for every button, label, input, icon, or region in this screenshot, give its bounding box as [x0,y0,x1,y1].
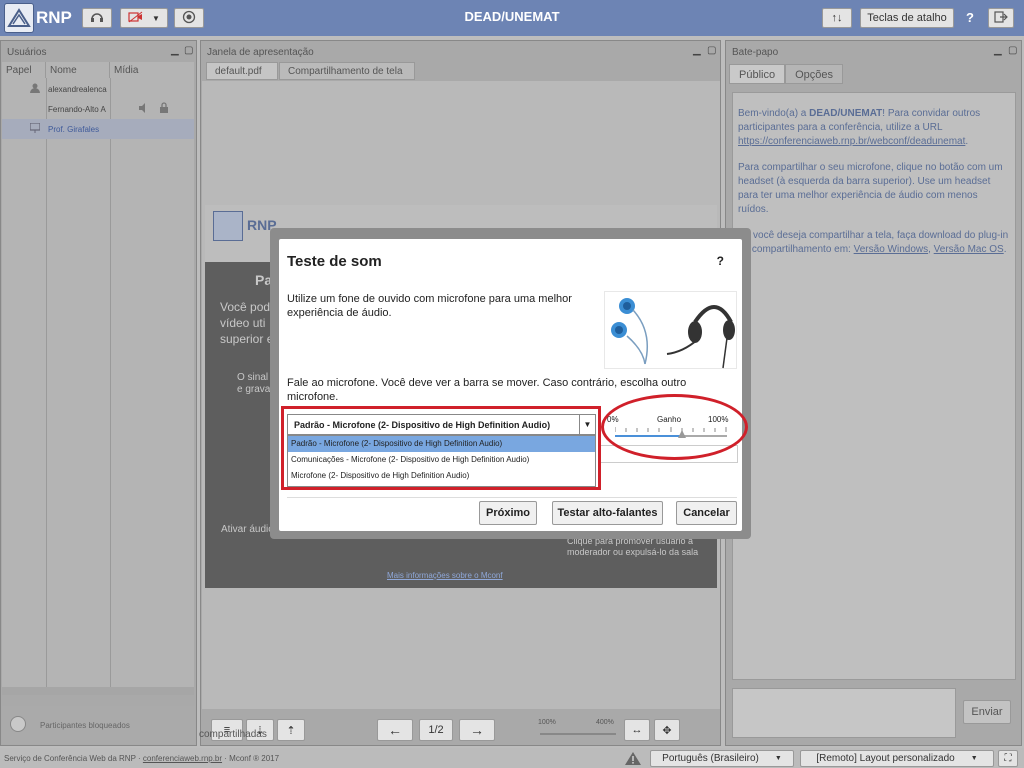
sound-test-dialog: Teste de som ? Utilize um fone de ouvido… [270,228,751,539]
headset-image [604,291,737,369]
next-button[interactable]: Próximo [479,501,537,525]
dialog-title: Teste de som [287,253,382,270]
highlight-ellipse [601,394,748,460]
highlight-box [281,406,601,490]
app-window: RNP ▼ DEAD/UNEMAT ↑↓ Teclas de atalho ? [0,0,1024,768]
test-speakers-button[interactable]: Testar alto-falantes [552,501,663,525]
cancel-button[interactable]: Cancelar [676,501,737,525]
dialog-divider [287,497,737,498]
dialog-help-button[interactable]: ? [717,254,724,268]
dialog-intro-text: Utilize um fone de ouvido com microfone … [287,293,572,319]
